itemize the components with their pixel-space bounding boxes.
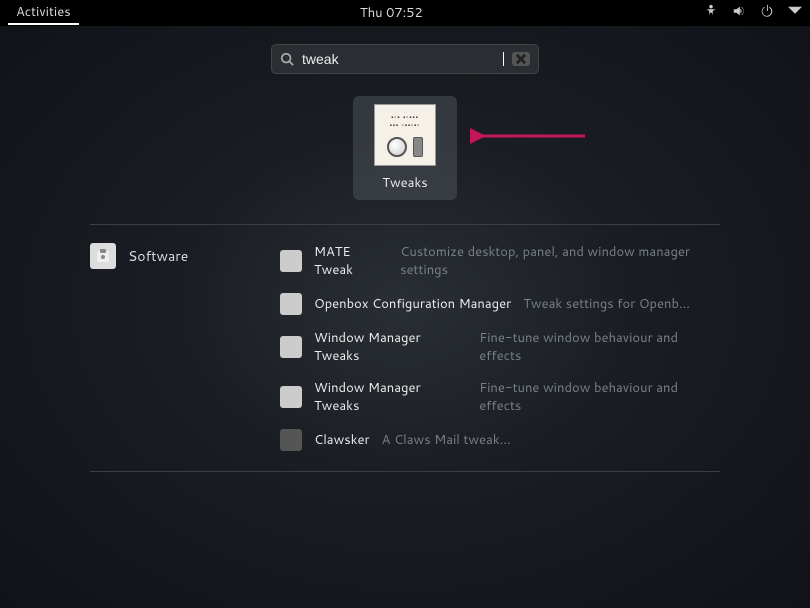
app-result-label: Tweaks <box>382 174 427 192</box>
result-app-icon <box>280 336 302 358</box>
divider <box>90 471 720 472</box>
result-app-icon <box>280 386 302 408</box>
software-result-item[interactable]: Window Manager Tweaks Fine-tune window b… <box>280 329 720 365</box>
software-result-item[interactable]: Openbox Configuration Manager Tweak sett… <box>280 293 720 315</box>
result-app-icon <box>280 293 302 315</box>
divider <box>90 224 720 225</box>
software-result-item[interactable]: Clawsker A Claws Mail tweak... <box>280 429 720 451</box>
search-icon <box>280 52 294 66</box>
clear-search-button[interactable] <box>512 52 530 66</box>
software-icon <box>90 243 116 269</box>
system-status-area[interactable] <box>704 4 802 23</box>
clock[interactable]: Thu 07:52 <box>360 4 423 22</box>
top-bar: Activities Thu 07:52 <box>0 0 810 26</box>
app-result-tweaks[interactable]: ▪▫▪ ▪▫▪▪▪▪▪▪ ▫▪▪▫▪▫ Tweaks <box>353 96 457 200</box>
accessibility-icon[interactable] <box>704 4 718 23</box>
result-app-icon <box>280 429 302 451</box>
software-label: Software <box>128 246 188 266</box>
annotation-arrow <box>470 126 590 146</box>
volume-icon[interactable] <box>732 4 746 23</box>
chevron-down-icon[interactable] <box>788 4 802 23</box>
power-icon[interactable] <box>760 4 774 23</box>
search-box[interactable] <box>271 44 539 74</box>
activities-button[interactable]: Activities <box>8 1 79 25</box>
software-results-list: MATE Tweak Customize desktop, panel, and… <box>280 243 720 451</box>
result-app-icon <box>280 250 302 272</box>
software-result-item[interactable]: MATE Tweak Customize desktop, panel, and… <box>280 243 720 279</box>
search-provider-software[interactable]: Software <box>90 243 250 451</box>
tweaks-app-icon: ▪▫▪ ▪▫▪▪▪▪▪▪ ▫▪▪▫▪▫ <box>374 104 436 166</box>
software-result-item[interactable]: Window Manager Tweaks Fine-tune window b… <box>280 379 720 415</box>
search-input[interactable] <box>302 51 497 67</box>
